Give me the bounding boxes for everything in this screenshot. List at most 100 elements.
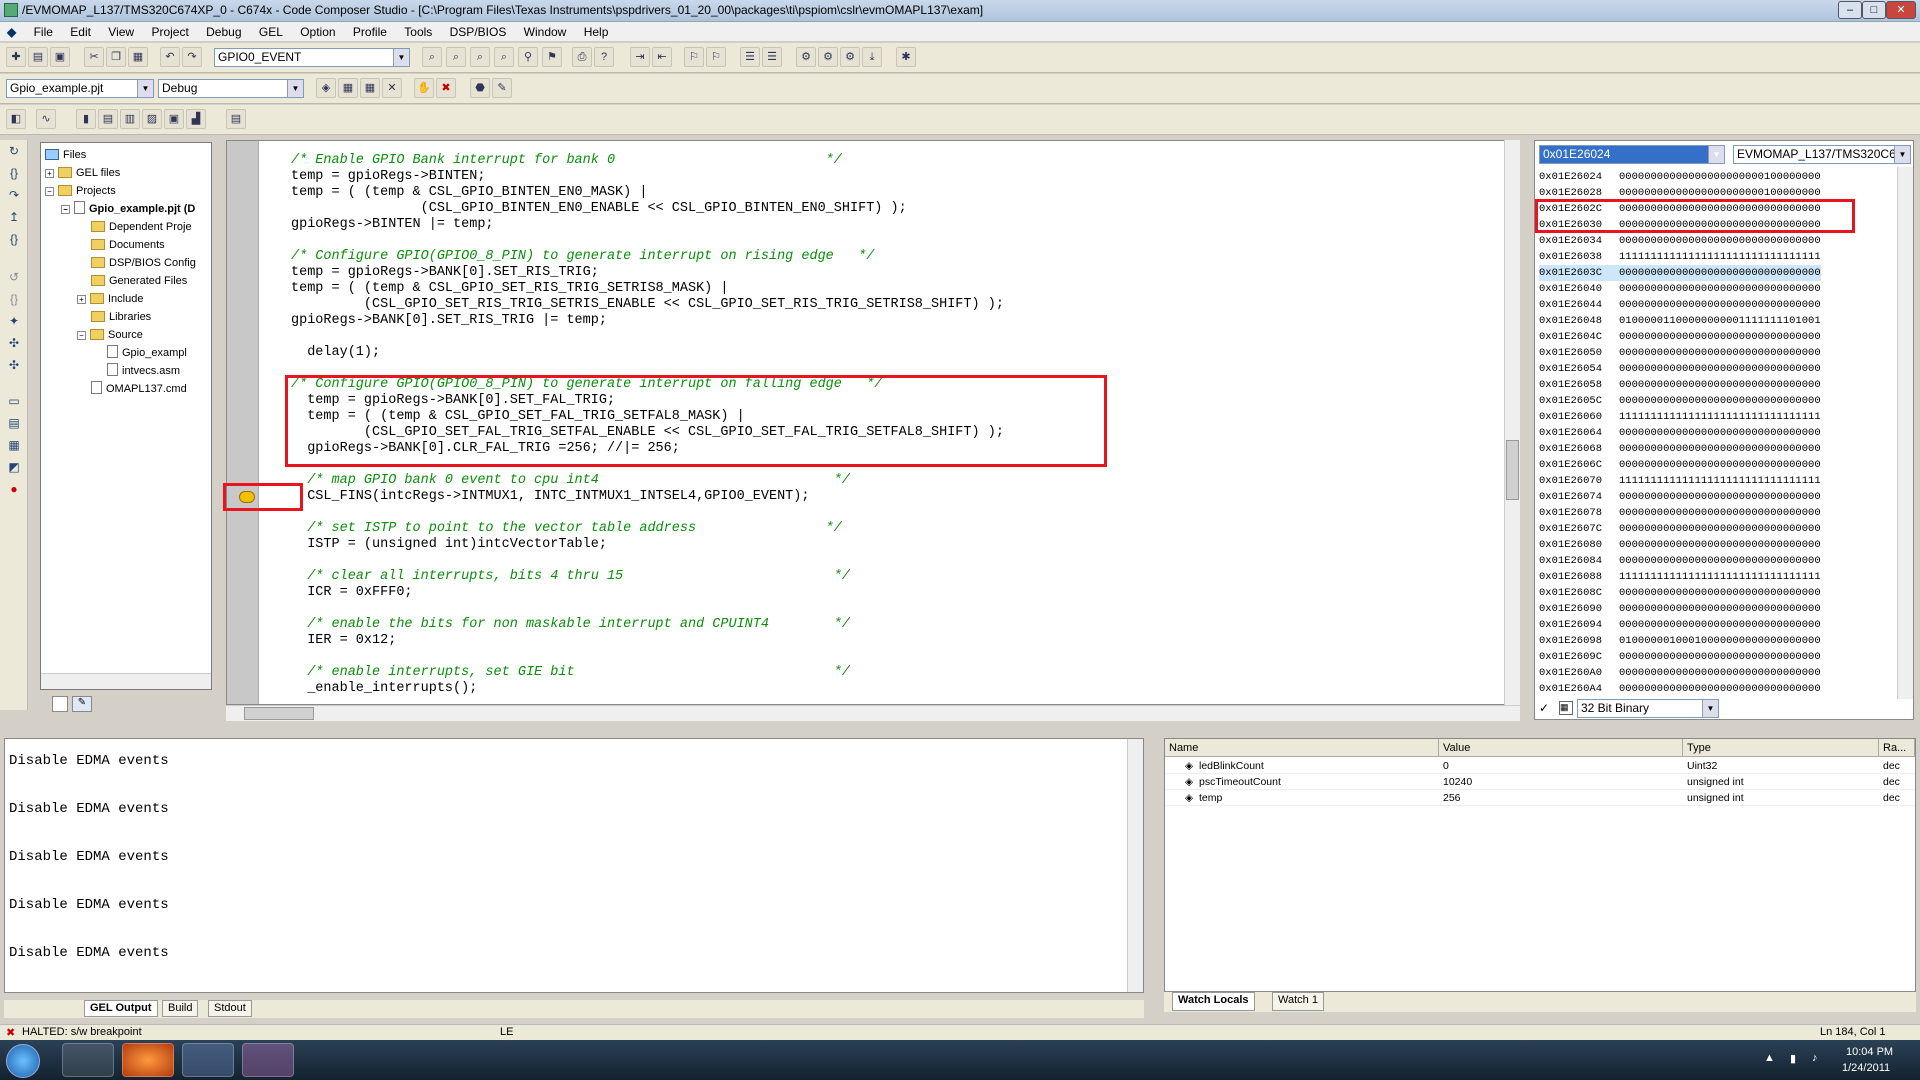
- editor-vscroll[interactable]: [1504, 140, 1520, 705]
- watch-radix[interactable]: dec: [1879, 774, 1900, 790]
- outdent-icon[interactable]: ⇤: [652, 47, 672, 67]
- memory-row[interactable]: 0x01E26088 111111111111111111111111111111…: [1539, 569, 1821, 585]
- save-icon[interactable]: ▣: [50, 47, 70, 67]
- undo-icon[interactable]: ↶: [160, 47, 180, 67]
- reset-icon[interactable]: ✣: [4, 358, 24, 376]
- watch-header-radix[interactable]: Ra...: [1879, 739, 1915, 757]
- watch-radix[interactable]: dec: [1879, 790, 1900, 806]
- stop-build-icon[interactable]: ⚙: [840, 47, 860, 67]
- memory-value[interactable]: 00000000000000000000000000000000: [1619, 299, 1821, 311]
- memory-value[interactable]: 00000000000000000000000000000000: [1619, 667, 1821, 679]
- expand-icon[interactable]: +: [77, 295, 86, 304]
- watch-header-type[interactable]: Type: [1683, 739, 1879, 757]
- run-to-cursor-icon[interactable]: {}: [4, 232, 24, 250]
- watch-row[interactable]: ◈ ledBlinkCount 0 Uint32 dec: [1165, 758, 1915, 774]
- collapse-icon[interactable]: −: [45, 187, 54, 196]
- menu-option[interactable]: Option: [293, 22, 342, 42]
- memory-value[interactable]: 01000000100010000000000000000000: [1619, 635, 1821, 647]
- memory-row[interactable]: 0x01E26034 000000000000000000000000000000…: [1539, 233, 1821, 249]
- memory-value[interactable]: 00000000000000000000000000000000: [1619, 235, 1821, 247]
- memory-row[interactable]: 0x01E26078 000000000000000000000000000000…: [1539, 505, 1821, 521]
- probe-icon[interactable]: ⬣: [470, 78, 490, 98]
- memory-value[interactable]: 00000000000000000000000000000000: [1619, 347, 1821, 359]
- open-icon[interactable]: ▤: [28, 47, 48, 67]
- registers-side-icon[interactable]: ▭: [4, 394, 24, 412]
- chevron-down-icon[interactable]: ▼: [1702, 700, 1718, 717]
- ccs-taskbar-icon[interactable]: [182, 1043, 234, 1077]
- download-icon[interactable]: ⤓: [862, 47, 882, 67]
- watch-icon[interactable]: ▤: [226, 109, 246, 129]
- memory-icon[interactable]: ▤: [98, 109, 118, 129]
- format-icon[interactable]: ▦: [1559, 701, 1573, 715]
- tree-node[interactable]: Files: [45, 147, 86, 163]
- new-icon[interactable]: ✚: [6, 47, 26, 67]
- tree-node[interactable]: Gpio_exampl: [107, 345, 187, 361]
- image-icon[interactable]: ▨: [142, 109, 162, 129]
- memory-row[interactable]: 0x01E2607C 000000000000000000000000000000…: [1539, 521, 1821, 537]
- incremental-build-icon[interactable]: ▦: [338, 78, 358, 98]
- memory-value[interactable]: 00000000000000000000000000000000: [1619, 523, 1821, 535]
- indent-icon[interactable]: ⇥: [630, 47, 650, 67]
- symbol-combo[interactable]: GPIO0_EVENT ▼: [214, 48, 410, 67]
- chevron-down-icon[interactable]: ▼: [137, 80, 153, 97]
- tree-node[interactable]: − Projects: [45, 183, 116, 199]
- find-prev-icon[interactable]: ⌕: [470, 47, 490, 67]
- debug-window-icon[interactable]: ◧: [6, 109, 26, 129]
- memory-row[interactable]: 0x01E26098 010000001000100000000000000000…: [1539, 633, 1821, 649]
- help-icon[interactable]: ?: [594, 47, 614, 67]
- watch-side-icon[interactable]: ▦: [4, 438, 24, 456]
- project-combo[interactable]: Gpio_example.pjt ▼: [6, 79, 154, 98]
- memory-value[interactable]: 00000000000000000000000000000000: [1619, 683, 1821, 695]
- menu-file[interactable]: File: [27, 22, 60, 42]
- find-icon[interactable]: ⌕: [422, 47, 442, 67]
- output-vscroll[interactable]: [1127, 739, 1143, 992]
- memory-value[interactable]: 00000000000000000000000000000000: [1619, 427, 1821, 439]
- watch-value[interactable]: 0: [1439, 758, 1449, 774]
- memory-value[interactable]: 00000000000000000000000000000000: [1619, 491, 1821, 503]
- menu-tools[interactable]: Tools: [397, 22, 439, 42]
- copy-icon[interactable]: ❐: [106, 47, 126, 67]
- graph-icon[interactable]: ∿: [36, 109, 56, 129]
- tree-node[interactable]: DSP/BIOS Config: [91, 255, 196, 271]
- expand-icon[interactable]: +: [45, 169, 54, 178]
- memory-row[interactable]: 0x01E26048 010000011000000000011111111010…: [1539, 313, 1821, 329]
- memory-value[interactable]: 00000000000000000000000100000000: [1619, 171, 1821, 183]
- next-bookmark-icon[interactable]: ⚐: [706, 47, 726, 67]
- editor-vscroll-thumb[interactable]: [1506, 440, 1519, 500]
- watch-value[interactable]: 10240: [1439, 774, 1472, 790]
- memory-value[interactable]: 11111111111111111111111111111111: [1619, 251, 1821, 263]
- tree-node[interactable]: + Include: [77, 291, 143, 307]
- memory-value[interactable]: 00000000000000000000000000000000: [1619, 539, 1821, 551]
- tree-node[interactable]: − Gpio_example.pjt (D: [61, 201, 195, 217]
- memory-format-combo[interactable]: 32 Bit Binary ▼: [1577, 699, 1719, 718]
- memory-value[interactable]: 01000001100000000001111111101001: [1619, 315, 1821, 327]
- memory-side-icon[interactable]: ▤: [4, 416, 24, 434]
- memory-value[interactable]: 00000000000000000000000000000000: [1619, 459, 1821, 471]
- tree-node[interactable]: Libraries: [91, 309, 151, 325]
- terminal-icon[interactable]: ▣: [164, 109, 184, 129]
- tree-node[interactable]: OMAPL137.cmd: [91, 381, 187, 397]
- print-icon[interactable]: ⎙: [572, 47, 592, 67]
- stop-icon[interactable]: ✕: [382, 78, 402, 98]
- explorer-taskbar-icon[interactable]: [62, 1043, 114, 1077]
- memory-row[interactable]: 0x01E26040 000000000000000000000000000000…: [1539, 281, 1821, 297]
- step-out-icon[interactable]: ↥: [4, 210, 24, 228]
- memory-address-combo[interactable]: 0x01E26024 ▼: [1539, 145, 1725, 164]
- file-view-tab-icon[interactable]: [52, 696, 68, 712]
- memory-value[interactable]: 00000000000000000000000000000000: [1619, 395, 1821, 407]
- profiler-side-icon[interactable]: ◩: [4, 460, 24, 478]
- memory-value[interactable]: 00000000000000000000000100000000: [1619, 187, 1821, 199]
- maximize-button[interactable]: □: [1862, 1, 1886, 19]
- chart-icon[interactable]: ▟: [186, 109, 206, 129]
- app-taskbar-icon[interactable]: [242, 1043, 294, 1077]
- tree-node[interactable]: Documents: [91, 237, 165, 253]
- memory-row[interactable]: 0x01E26064 000000000000000000000000000000…: [1539, 425, 1821, 441]
- config-combo[interactable]: Debug ▼: [158, 79, 304, 98]
- editor-hscroll[interactable]: [226, 705, 1520, 721]
- memory-row[interactable]: 0x01E2605C 000000000000000000000000000000…: [1539, 393, 1821, 409]
- memory-value[interactable]: 00000000000000000000000000000000: [1619, 267, 1821, 279]
- tab-gel-output[interactable]: GEL Output: [84, 1000, 158, 1017]
- tab-stdout[interactable]: Stdout: [208, 1000, 252, 1017]
- memory-row[interactable]: 0x01E26070 111111111111111111111111111111…: [1539, 473, 1821, 489]
- watch-header-value[interactable]: Value: [1439, 739, 1683, 757]
